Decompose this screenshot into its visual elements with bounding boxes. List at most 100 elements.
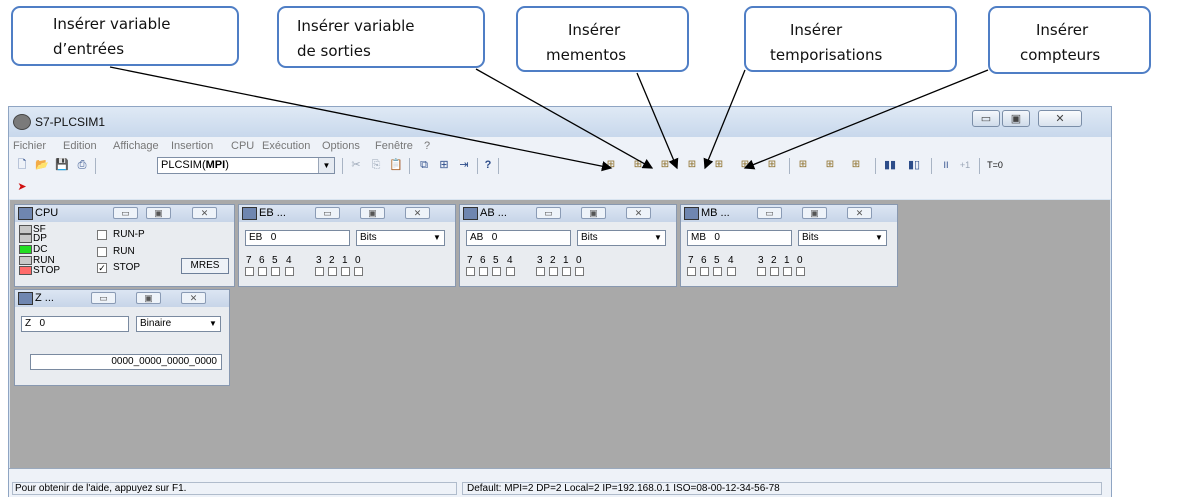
output-address-field[interactable]: AB 0 [466,230,571,246]
input-address-field[interactable]: EB 0 [245,230,350,246]
insert-block-icon[interactable]: ⊞ [738,158,752,172]
close-button[interactable]: ✕ [405,207,430,219]
bit-checkbox[interactable] [757,267,766,276]
reset-timers-button[interactable]: T=0 [984,158,1006,172]
playback-icon[interactable]: ▮▯ [907,158,921,172]
minimize-button[interactable]: ▭ [972,110,1000,127]
bit-checkbox[interactable] [285,267,294,276]
maximize-button[interactable]: ▣ [360,207,385,219]
close-button[interactable]: ✕ [847,207,872,219]
run-checkbox[interactable] [97,247,107,257]
bit-checkbox[interactable] [770,267,779,276]
memento-format-select[interactable]: Bits ▼ [798,230,887,246]
cascade-icon[interactable]: ⧉ [417,158,431,172]
maximize-button[interactable]: ▣ [802,207,827,219]
insert-input-icon[interactable]: ⊞ [604,158,618,172]
minimize-button[interactable]: ▭ [315,207,340,219]
insert-output-icon[interactable]: ⊞ [631,158,645,172]
maximize-button[interactable]: ▣ [136,292,161,304]
bit-number: 2 [550,255,556,266]
maximize-button[interactable]: ▣ [146,207,171,219]
bit-checkbox[interactable] [700,267,709,276]
tile-icon[interactable]: ⊞ [437,158,451,172]
bit-checkbox[interactable] [466,267,475,276]
chevron-down-icon[interactable]: ▼ [318,158,334,173]
stop-checkbox[interactable]: ✓ [97,263,107,273]
insert-counter-icon[interactable]: ⊞ [712,158,726,172]
menu-execution[interactable]: Exécution [262,140,310,152]
counter-address-field[interactable]: Z 0 [21,316,129,332]
menu-cpu[interactable]: CPU [231,140,254,152]
counter-format-select[interactable]: Binaire ▼ [136,316,221,332]
close-button[interactable]: ✕ [626,207,651,219]
bit-checkbox[interactable] [727,267,736,276]
insert-timer-icon[interactable]: ⊞ [685,158,699,172]
bit-checkbox[interactable] [315,267,324,276]
bit-checkbox[interactable] [271,267,280,276]
maximize-button[interactable]: ▣ [1002,110,1030,127]
new-icon[interactable]: 🗋 [15,158,29,172]
menu-options[interactable]: Options [322,140,360,152]
bit-checkbox[interactable] [354,267,363,276]
bit-checkbox[interactable] [549,267,558,276]
bit-checkbox[interactable] [506,267,515,276]
bit-checkbox[interactable] [258,267,267,276]
pin-red-icon[interactable]: ➤ [15,180,29,194]
chevron-down-icon[interactable]: ▼ [431,232,443,244]
mres-button[interactable]: MRES [181,258,229,274]
bit-checkbox[interactable] [783,267,792,276]
memento-address-field[interactable]: MB 0 [687,230,792,246]
bit-checkbox[interactable] [479,267,488,276]
chevron-down-icon[interactable]: ▼ [873,232,885,244]
chevron-down-icon[interactable]: ▼ [652,232,664,244]
record-icon[interactable]: ▮▮ [883,158,897,172]
output-format: Bits [581,232,598,243]
menu-insertion[interactable]: Insertion [171,140,213,152]
menu-edition[interactable]: Edition [63,140,97,152]
copy-icon[interactable]: ⎘ [369,158,383,172]
save-icon[interactable]: 💾 [55,158,69,172]
insert-accu-icon[interactable]: ⊞ [823,158,837,172]
insert-memento-icon[interactable]: ⊞ [658,158,672,172]
minimize-button[interactable]: ▭ [536,207,561,219]
chevron-down-icon[interactable]: ▼ [207,318,219,330]
help-icon[interactable]: ? [481,158,495,172]
pin-icon[interactable]: ⇥ [457,158,471,172]
close-button[interactable]: ✕ [192,207,217,219]
output-format-select[interactable]: Bits ▼ [577,230,666,246]
close-button[interactable]: ✕ [1038,110,1082,127]
input-format-select[interactable]: Bits ▼ [356,230,445,246]
bit-checkbox[interactable] [492,267,501,276]
bit-checkbox[interactable] [562,267,571,276]
paste-icon[interactable]: 📋 [389,158,403,172]
open-icon[interactable]: 📂 [35,158,49,172]
close-button[interactable]: ✕ [181,292,206,304]
minimize-button[interactable]: ▭ [113,207,138,219]
insert-vertical-bits-icon[interactable]: ⊞ [765,158,779,172]
menu-help[interactable]: ? [424,140,430,152]
cut-icon[interactable]: ✂ [349,158,363,172]
menu-fichier[interactable]: Fichier [13,140,46,152]
connection-combo[interactable]: PLCSIM(MPI) ▼ [157,157,335,174]
menu-affichage[interactable]: Affichage [113,140,159,152]
bit-checkbox[interactable] [536,267,545,276]
toolbar-separator [875,158,876,174]
counter-value-field[interactable]: 0000_0000_0000_0000 [30,354,222,370]
bit-checkbox[interactable] [713,267,722,276]
insert-generic-icon[interactable]: ⊞ [796,158,810,172]
minimize-button[interactable]: ▭ [757,207,782,219]
menu-fenetre[interactable]: Fenêtre [375,140,413,152]
print-icon[interactable]: ⎙ [75,158,89,172]
step-button[interactable]: +1 [956,158,974,172]
bit-checkbox[interactable] [341,267,350,276]
minimize-button[interactable]: ▭ [91,292,116,304]
insert-stack-icon[interactable]: ⊞ [849,158,863,172]
bit-checkbox[interactable] [328,267,337,276]
bit-checkbox[interactable] [687,267,696,276]
pause-icon[interactable]: II [939,158,953,172]
bit-checkbox[interactable] [796,267,805,276]
bit-checkbox[interactable] [245,267,254,276]
run-p-checkbox[interactable] [97,230,107,240]
bit-checkbox[interactable] [575,267,584,276]
maximize-button[interactable]: ▣ [581,207,606,219]
